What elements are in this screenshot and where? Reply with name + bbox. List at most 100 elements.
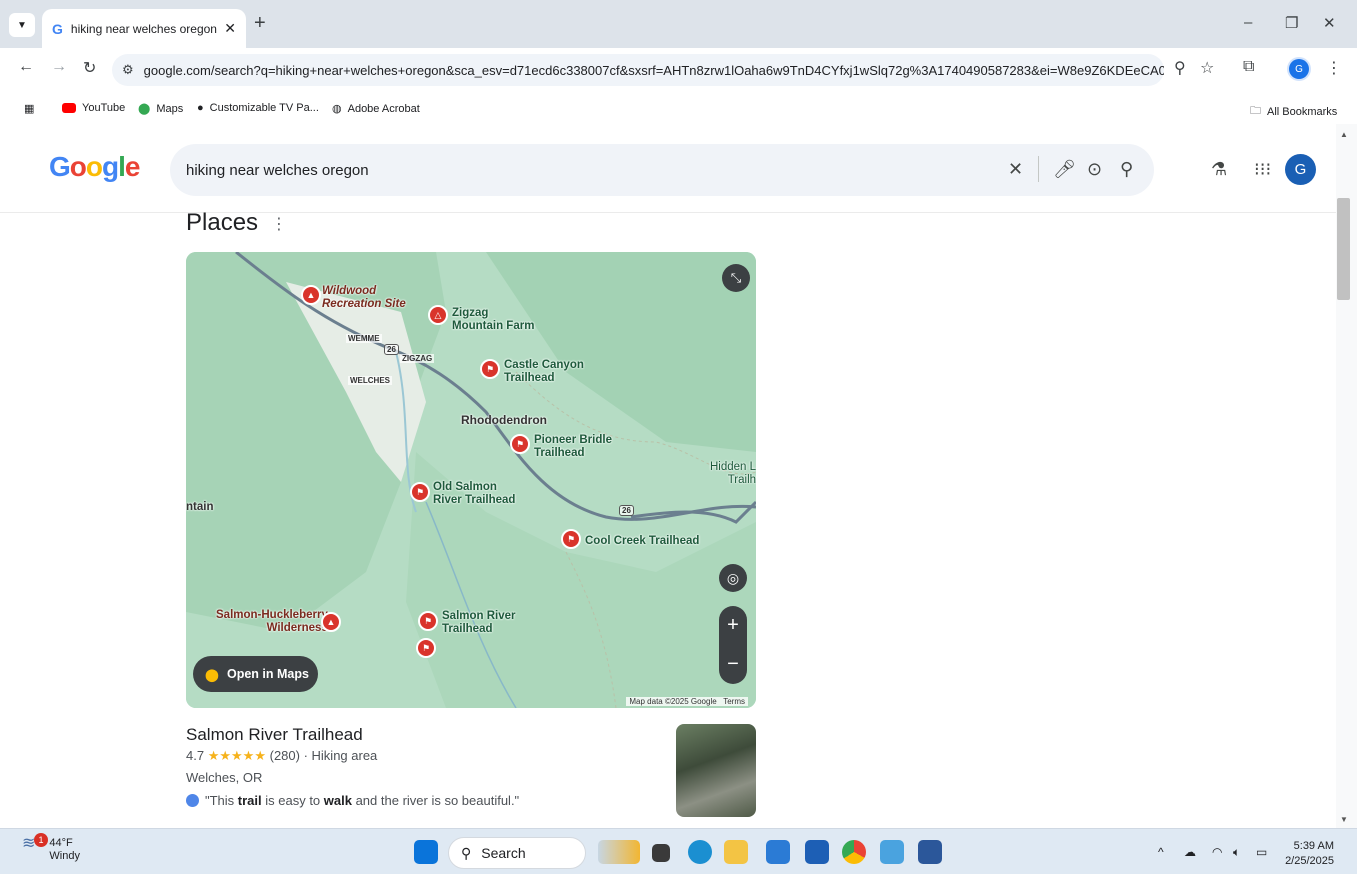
wifi-icon[interactable]: ◠	[1212, 845, 1222, 859]
hiking-pin-icon[interactable]: ⚑	[510, 434, 530, 454]
task-view-icon[interactable]	[652, 844, 670, 862]
widgets-icon[interactable]	[598, 840, 640, 864]
map-place-label[interactable]: Hidden L Trailh	[710, 461, 756, 487]
result-photo[interactable]	[676, 724, 756, 817]
review-count[interactable]: (280)	[270, 748, 300, 763]
zoom-out-icon[interactable]: −	[727, 653, 739, 676]
battery-icon[interactable]: ▭	[1256, 845, 1267, 859]
park-pin-icon[interactable]: ▲	[321, 612, 341, 632]
terms-link[interactable]: Terms	[723, 697, 745, 706]
map-place-label[interactable]: Zigzag Mountain Farm	[452, 307, 534, 333]
chevron-down-icon: ▼	[17, 19, 27, 31]
map-place-label[interactable]: Cool Creek Trailhead	[585, 535, 699, 548]
bookmark-tv[interactable]: ● Customizable TV Pa...	[197, 102, 319, 114]
extensions-icon[interactable]: ⧉	[1243, 58, 1254, 76]
collapse-map-icon[interactable]: ⤡	[722, 264, 750, 292]
volume-muted-icon[interactable]: 🔈︎	[1233, 845, 1240, 860]
my-location-icon[interactable]: ◎	[719, 564, 747, 592]
search-icon[interactable]: ⚲	[1120, 159, 1133, 180]
places-map[interactable]: WEMME ZIGZAG WELCHES 26 26 ▲ Wildwood Re…	[186, 252, 756, 708]
file-explorer-icon[interactable]	[724, 840, 748, 864]
weather-temp: 44°F	[49, 837, 73, 849]
windows-start-icon[interactable]	[414, 840, 438, 864]
map-place-label[interactable]: Salmon-Huckleberry Wilderness	[216, 609, 328, 635]
map-credit-text: Map data ©2025 Google	[629, 697, 717, 706]
hiking-pin-icon[interactable]: ⚑	[561, 529, 581, 549]
zoom-in-icon[interactable]: +	[727, 614, 739, 637]
new-tab-button[interactable]: +	[254, 12, 266, 35]
labs-flask-icon[interactable]: ⚗	[1211, 159, 1227, 180]
back-icon[interactable]: ←	[18, 58, 34, 76]
clear-search-icon[interactable]: ✕	[1008, 159, 1023, 180]
outlook-icon[interactable]	[766, 840, 790, 864]
chevron-up-icon[interactable]: ^	[1158, 845, 1164, 859]
hiking-pin-icon[interactable]: ⚑	[418, 611, 438, 631]
chrome-icon[interactable]	[842, 840, 866, 864]
location-icon[interactable]: ⚲	[1174, 58, 1186, 78]
profile-avatar-small[interactable]: G	[1289, 59, 1309, 79]
store-icon[interactable]	[805, 840, 829, 864]
map-place-label[interactable]: Castle Canyon Trailhead	[504, 359, 584, 385]
search-input[interactable]: hiking near welches oregon	[170, 144, 1154, 196]
all-bookmarks[interactable]: 🗀 All Bookmarks	[1250, 102, 1337, 121]
lens-icon[interactable]: ⊙	[1087, 159, 1102, 180]
map-place-label[interactable]: Old Salmon River Trailhead	[433, 481, 515, 507]
reviewer-avatar-icon	[186, 794, 199, 807]
menu-dots-icon[interactable]: ⋮	[1326, 58, 1342, 78]
bookmark-label: Customizable TV Pa...	[209, 102, 319, 114]
scrollbar-thumb[interactable]	[1337, 198, 1350, 300]
town-label: WEMME	[346, 334, 382, 343]
active-tab[interactable]: G hiking near welches oregon - G ✕	[42, 9, 246, 48]
map-credit: Map data ©2025 Google Terms	[626, 697, 748, 706]
map-place-label[interactable]: Salmon River Trailhead	[442, 610, 516, 636]
scroll-down-icon[interactable]: ▼	[1340, 815, 1348, 824]
rating-value: 4.7	[186, 748, 205, 763]
minimize-icon[interactable]: –	[1244, 14, 1252, 31]
restore-icon[interactable]: ❐	[1285, 14, 1298, 32]
weather-widget[interactable]: ≋ 1 44°F Windy	[22, 833, 80, 863]
open-in-maps-label: Open in Maps	[227, 667, 309, 681]
google-logo[interactable]: Google	[49, 151, 140, 183]
onedrive-icon[interactable]: ☁	[1184, 845, 1196, 859]
taskbar-search[interactable]: ⚲ Search	[448, 837, 586, 869]
site-info-icon[interactable]: ⚙	[122, 62, 134, 78]
account-avatar[interactable]: G	[1285, 154, 1316, 185]
map-place-label[interactable]: Wildwood Recreation Site	[322, 285, 406, 311]
bookmark-maps[interactable]: ⬤ Maps	[138, 102, 184, 116]
apps-grid-icon[interactable]: ▦	[24, 102, 34, 115]
bookmark-label: Maps	[156, 102, 184, 115]
word-icon[interactable]	[918, 840, 942, 864]
system-clock[interactable]: 5:39 AM 2/25/2025	[1284, 839, 1334, 869]
bookmark-youtube[interactable]: YouTube	[62, 102, 125, 114]
edge-icon[interactable]	[688, 840, 712, 864]
reload-icon[interactable]: ↻	[83, 58, 96, 78]
more-options-icon[interactable]: ⋮	[271, 214, 287, 234]
microphone-icon[interactable]: 🎤︎	[1053, 159, 1076, 180]
close-window-icon[interactable]: ✕	[1323, 14, 1336, 32]
hiking-pin-icon[interactable]: ⚑	[410, 482, 430, 502]
highway-shield: 26	[619, 505, 634, 516]
taskbar-search-label: Search	[481, 845, 526, 861]
bookmark-acrobat[interactable]: ◍ Adobe Acrobat	[332, 102, 420, 116]
weather-condition: Windy	[49, 850, 80, 862]
forward-icon[interactable]: →	[51, 58, 67, 76]
bookmark-star-icon[interactable]: ☆	[1200, 58, 1214, 78]
windows-taskbar	[0, 828, 1357, 874]
town-label: ZIGZAG	[400, 354, 435, 363]
hiking-pin-icon[interactable]: ⚑	[480, 359, 500, 379]
apps-icon[interactable]: ⁝⁝⁝	[1254, 159, 1271, 180]
tab-search-button[interactable]: ▼	[9, 13, 35, 37]
open-in-maps-button[interactable]: ⬤ Open in Maps	[193, 656, 318, 692]
scroll-up-icon[interactable]: ▲	[1340, 130, 1348, 139]
map-place-label[interactable]: Pioneer Bridle Trailhead	[534, 434, 612, 460]
result-title[interactable]: Salmon River Trailhead	[186, 725, 363, 745]
address-bar[interactable]: ⚙ google.com/search?q=hiking+near+welche…	[112, 54, 1164, 86]
campground-pin-icon[interactable]: △	[428, 305, 448, 325]
places-heading: Places	[186, 209, 259, 236]
result-rating: 4.7 ★★★★★ (280) · Hiking area	[186, 748, 377, 764]
park-pin-icon[interactable]: ▲	[301, 285, 321, 305]
clock-date: 2/25/2025	[1285, 855, 1334, 867]
close-tab-icon[interactable]: ✕	[224, 20, 236, 37]
photos-icon[interactable]	[880, 840, 904, 864]
hiking-pin-icon[interactable]: ⚑	[416, 638, 436, 658]
